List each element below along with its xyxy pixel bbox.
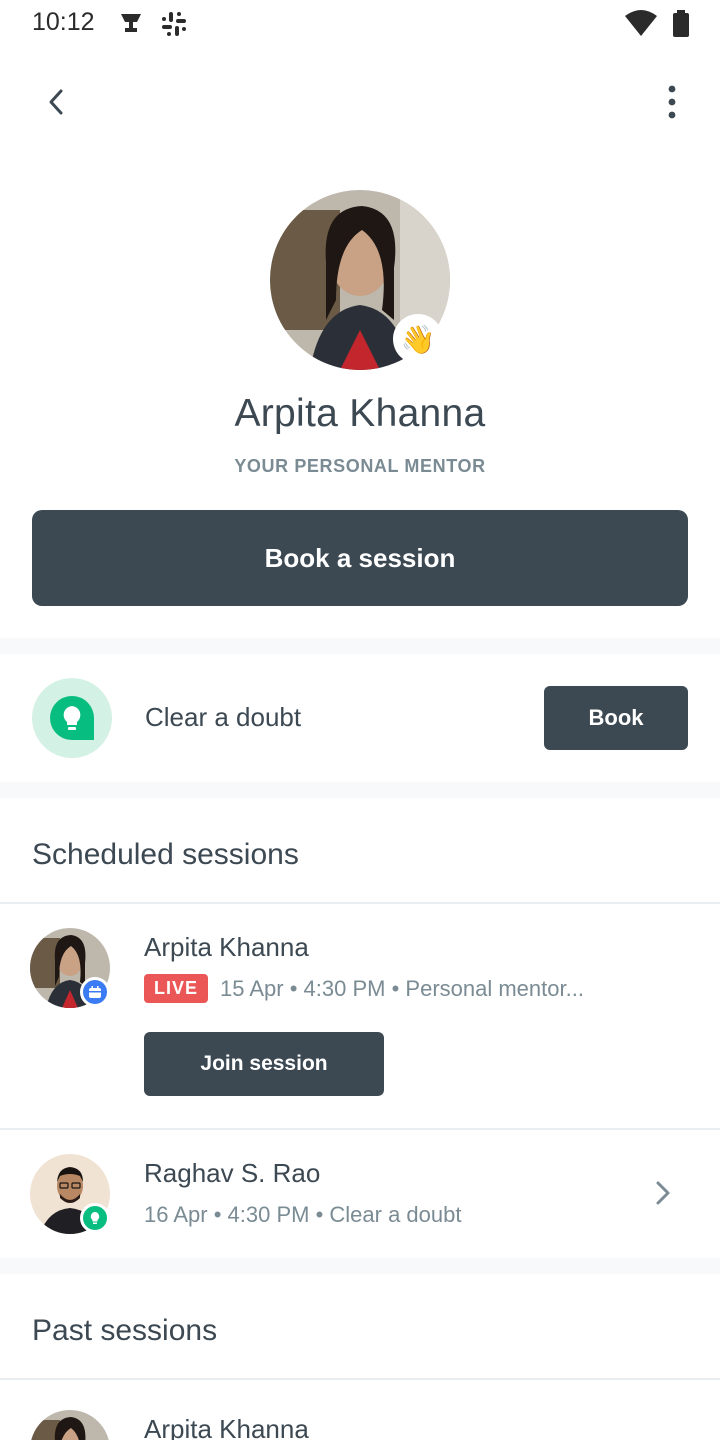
more-options-button[interactable] [652,80,692,128]
calendar-icon [80,977,110,1007]
session-meta: LIVE 15 Apr • 4:30 PM • Personal mentor.… [144,974,584,1003]
slack-icon [160,10,188,43]
book-session-button[interactable]: Book a session [32,510,688,606]
session-details: 16 Apr • 4:30 PM • Clear a doubt [144,1202,462,1227]
past-sessions-title: Past sessions [32,1314,218,1347]
status-time: 10:12 [32,8,95,36]
scheduled-sessions-title: Scheduled sessions [32,838,299,871]
section-divider [0,638,720,654]
chevron-right-icon[interactable] [648,1178,678,1208]
session-details: 15 Apr • 4:30 PM • Personal mentor... [220,975,584,1001]
book-doubt-button[interactable]: Book [544,686,688,750]
session-mentor-name: Arpita Khanna [144,1414,309,1440]
status-bar: 10:12 [0,0,720,48]
live-badge: LIVE [144,974,209,1003]
clear-doubt-label: Clear a doubt [145,702,302,732]
divider-line [0,1128,720,1130]
wifi-icon [624,10,658,43]
section-divider [0,782,720,798]
lightbulb-icon [80,1203,110,1233]
lightbulb-chat-icon [32,678,112,758]
more-vertical-icon [668,85,676,124]
join-session-button[interactable]: Join session [144,1032,384,1096]
divider-line [0,1378,720,1380]
session-mentor-name: Raghav S. Rao [144,1158,321,1188]
mentor-name: Arpita Khanna [234,392,486,435]
divider-line [0,902,720,904]
avatar [30,1410,110,1440]
app-bar [0,60,720,144]
trophy-icon [118,10,144,41]
section-divider [0,1258,720,1274]
wave-emoji: 👋 [400,323,436,355]
session-mentor-name: Arpita Khanna [144,932,309,962]
chevron-left-icon [46,88,66,121]
back-button[interactable] [28,80,84,128]
mentor-role: YOUR PERSONAL MENTOR [234,456,486,476]
wave-emoji-badge: 👋 [393,314,443,364]
battery-icon [672,10,690,43]
